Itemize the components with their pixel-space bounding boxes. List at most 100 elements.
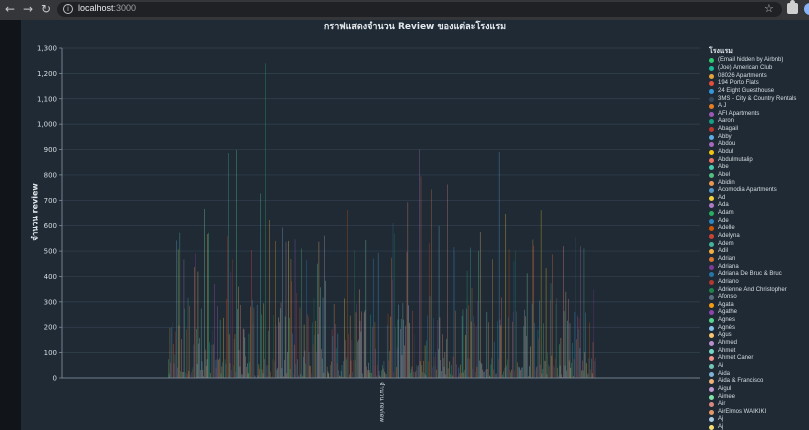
legend-item[interactable]: Agata [709,302,809,310]
bar [539,300,540,378]
legend-item[interactable]: Aida & Francisco [709,378,809,386]
legend-item[interactable]: Ada [709,202,809,210]
bar [531,303,533,378]
legend-item[interactable]: Adriana De Bruc & Bruc [709,271,809,279]
legend-item[interactable]: Agathe [709,309,809,317]
bar [563,246,564,378]
bar [550,283,552,378]
legend-title: โรงแรม [709,47,733,55]
bar [465,334,466,378]
bar [374,322,376,378]
legend-item[interactable]: Ahmet Caner [709,355,809,363]
legend-item[interactable]: Aigul [709,386,809,394]
legend-swatch [709,333,714,339]
legend-item[interactable]: Adam [709,210,809,218]
legend-item[interactable]: Agnes [709,317,809,325]
legend-item[interactable]: Abel [709,172,809,180]
bar [395,327,396,378]
bar [321,349,322,378]
bar [563,311,565,378]
legend-item[interactable]: (Email hidden by Airbnb) [709,57,809,65]
bar [189,306,190,378]
legend-item[interactable]: Afonso [709,294,809,302]
legend-item[interactable]: Ade [709,217,809,225]
bar [272,359,274,378]
legend-item[interactable]: Aj [709,416,809,424]
legend-item[interactable]: AirElmos WAIKIKI [709,408,809,416]
bar [426,340,428,378]
legend-item[interactable]: AFI Apartments [709,110,809,118]
bar [284,360,285,378]
legend-item[interactable]: Adrienne And Christopher [709,286,809,294]
bar [385,373,386,378]
bar [423,360,424,378]
bar [373,365,375,378]
legend-item[interactable]: Aj [709,424,809,430]
bar [290,258,292,378]
legend-item[interactable]: 3MS - City & Country Rentals [709,95,809,103]
bar [471,287,473,378]
legend-item[interactable]: 08026 Apartments [709,72,809,80]
bar [307,314,308,378]
legend-item[interactable]: Agnès [709,324,809,332]
bar [445,374,446,378]
legend-item[interactable]: Acomodia Apartments [709,187,809,195]
legend-item[interactable]: Abdulmutalip [709,156,809,164]
legend-item[interactable]: Abdul [709,149,809,157]
legend-item[interactable]: Abe [709,164,809,172]
legend-item[interactable]: Aida [709,370,809,378]
legend-item[interactable]: Ad [709,195,809,203]
bar [455,310,456,378]
legend-item[interactable]: Adem [709,240,809,248]
legend-item[interactable]: Ai [709,363,809,371]
bar [193,344,195,378]
legend-item[interactable]: Air [709,401,809,409]
bar [252,324,254,378]
legend-swatch [709,409,714,415]
bar [509,370,511,378]
legend-item[interactable]: Abdou [709,141,809,149]
legend-item[interactable]: Adil [709,248,809,256]
legend-item[interactable]: Adriano [709,279,809,287]
bar [316,351,317,378]
bar [499,319,501,378]
legend-swatch [709,226,714,232]
bar [316,263,318,378]
bar [473,315,474,378]
bar [309,365,311,378]
legend-label: (Joe) American Club [718,64,773,71]
bar [592,342,594,378]
bar [338,370,339,378]
bar [299,307,301,378]
legend-item[interactable]: Adelyna [709,233,809,241]
legend-item[interactable]: Adrian [709,256,809,264]
legend-item[interactable]: Adriana [709,263,809,271]
legend-item[interactable]: 24 Eight Guesthouse [709,88,809,96]
bar [488,322,489,378]
legend-item[interactable]: Abby [709,133,809,141]
bar [403,319,404,378]
legend-item[interactable]: 194 Porto Flats [709,80,809,88]
legend-item[interactable]: (Joe) American Club [709,65,809,73]
legend-item[interactable]: Adelle [709,225,809,233]
legend-item[interactable]: Abidin [709,179,809,187]
legend-item[interactable]: A J [709,103,809,111]
legend-swatch [709,402,714,408]
legend-label: Abby [718,133,732,140]
legend-item[interactable]: Aimee [709,393,809,401]
legend-item[interactable]: Aaron [709,118,809,126]
bar [392,222,394,378]
bar [331,329,333,378]
legend-swatch [709,363,714,369]
bar [177,367,178,378]
legend-label: Aida & Francisco [718,378,764,385]
legend-swatch [709,88,714,94]
bar [180,371,181,378]
legend-item[interactable]: Ahmed [709,340,809,348]
legend-item[interactable]: Abagail [709,126,809,134]
bar [171,327,172,378]
bar [469,358,470,378]
legend-item[interactable]: Agus [709,332,809,340]
bar [554,358,556,378]
legend-item[interactable]: Ahmet [709,347,809,355]
